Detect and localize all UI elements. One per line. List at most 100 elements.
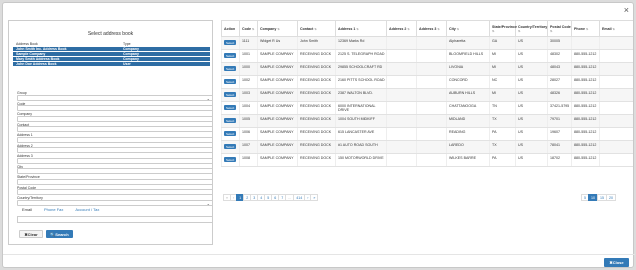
column-header[interactable]: City ⇅ bbox=[446, 20, 490, 37]
select-button[interactable]: Select bbox=[224, 66, 237, 72]
cell-company: SAMPLE COMPANY bbox=[257, 101, 298, 115]
select-button[interactable]: Select bbox=[224, 131, 237, 137]
field-input[interactable] bbox=[17, 178, 213, 185]
select-button[interactable]: Select bbox=[224, 53, 237, 59]
sort-icon[interactable]: ⇅ bbox=[436, 27, 440, 31]
sort-icon[interactable]: ⇅ bbox=[313, 27, 317, 31]
column-header[interactable]: Address 2 ⇅ bbox=[386, 20, 417, 37]
field-input[interactable] bbox=[17, 189, 213, 195]
column-header[interactable]: Email ⇅ bbox=[599, 20, 633, 37]
column-header[interactable]: Address 1 ⇅ bbox=[335, 20, 387, 37]
pagination: «‹ 1 2 3 4 5 6 7... 414 ›» bbox=[223, 194, 319, 201]
field-input[interactable] bbox=[17, 147, 213, 153]
cell-postal: 18702 bbox=[547, 153, 572, 167]
action-cell: Select bbox=[221, 75, 240, 89]
cell-code: 1006 bbox=[239, 127, 258, 141]
tab-email[interactable]: Email bbox=[22, 207, 32, 212]
column-header[interactable]: Country/Territory ⇅ bbox=[515, 20, 548, 37]
table-row: Select 1004 SAMPLE COMPANY RECEIVING DOCK 60… bbox=[221, 101, 633, 115]
clear-button[interactable]: ✖Clear bbox=[19, 230, 43, 238]
column-header-label: State/Province bbox=[492, 24, 517, 29]
select-button[interactable]: Select bbox=[224, 79, 237, 85]
tab-phone-fax[interactable]: Phone Fax bbox=[44, 207, 63, 212]
sort-icon[interactable]: ⇅ bbox=[585, 27, 589, 31]
cell-code: 1008 bbox=[239, 153, 258, 167]
cell-phone: 880-555-1212 bbox=[571, 62, 600, 76]
cell-country: US bbox=[515, 88, 548, 102]
cell-contact: RECEIVING DOCK bbox=[297, 101, 336, 115]
select-button[interactable]: Select bbox=[224, 118, 237, 124]
column-header-label: Phone bbox=[574, 26, 585, 31]
column-header[interactable]: Action bbox=[221, 20, 240, 37]
tab-account-tax[interactable]: Account / Tax bbox=[75, 207, 99, 212]
cell-empty bbox=[416, 75, 447, 89]
column-header[interactable]: Company ⇅ bbox=[257, 20, 298, 37]
cell-postal: 78041 bbox=[547, 140, 572, 154]
cell-city: Alpharetta bbox=[446, 36, 490, 50]
address-results: Action Code ⇅ Company ⇅ Contact ⇅ Address 1 … bbox=[221, 20, 633, 180]
column-header[interactable]: Code ⇅ bbox=[239, 20, 258, 37]
sort-icon[interactable]: ⇅ bbox=[492, 29, 495, 33]
cell-phone: 880-555-1212 bbox=[571, 153, 600, 167]
page-size-selector: 5 10 15 20 bbox=[581, 194, 616, 201]
cell-empty bbox=[599, 127, 633, 141]
close-button[interactable]: ✖Close bbox=[604, 258, 629, 267]
cell-country: US bbox=[515, 62, 548, 76]
sort-icon[interactable]: ⇅ bbox=[456, 27, 460, 31]
sort-icon[interactable]: ⇅ bbox=[406, 27, 410, 31]
column-header[interactable]: State/Province ⇅ bbox=[489, 20, 517, 37]
select-button[interactable]: Select bbox=[224, 40, 237, 46]
select-button[interactable]: Select bbox=[224, 157, 237, 163]
cell-empty bbox=[599, 36, 633, 50]
cell-contact: RECEIVING DOCK bbox=[297, 62, 336, 76]
field-input[interactable] bbox=[17, 115, 213, 122]
close-icon[interactable]: × bbox=[624, 5, 629, 15]
field-input[interactable] bbox=[17, 105, 213, 111]
table-row: Select 1001 SAMPLE COMPANY RECEIVING DOCK 21… bbox=[221, 49, 633, 63]
select-button[interactable]: Select bbox=[224, 144, 237, 150]
column-header[interactable]: Address 3 ⇅ bbox=[416, 20, 447, 37]
address-table: Action Code ⇅ Company ⇅ Contact ⇅ Address 1 … bbox=[221, 20, 633, 167]
field-input[interactable] bbox=[17, 168, 213, 174]
cell-empty bbox=[386, 49, 417, 63]
select-button[interactable]: Select bbox=[224, 92, 237, 98]
cell-company: Widget R Us bbox=[257, 36, 298, 50]
email-field[interactable] bbox=[17, 216, 213, 223]
group-select[interactable]: ⌄ bbox=[17, 94, 213, 101]
cell-city: LAREDO bbox=[446, 140, 490, 154]
field-input[interactable] bbox=[17, 136, 213, 143]
field-row: State/Province bbox=[17, 175, 213, 186]
action-cell: Select bbox=[221, 101, 240, 115]
search-button[interactable]: 🔍Search bbox=[46, 230, 73, 238]
column-header-label: Contact bbox=[300, 26, 314, 31]
sort-icon[interactable]: ⇅ bbox=[612, 27, 615, 31]
cell-phone: 880-555-1212 bbox=[571, 101, 600, 115]
column-header-label: Country/Territory bbox=[518, 24, 548, 29]
column-header[interactable]: Postal Code ⇅ bbox=[547, 20, 572, 37]
field-row: Code bbox=[17, 102, 213, 113]
address-book-row[interactable]: John Doe Address Book User bbox=[13, 62, 210, 67]
sort-icon[interactable]: ⇅ bbox=[550, 29, 553, 33]
action-cell: Select bbox=[221, 88, 240, 102]
cell-company: SAMPLE COMPANY bbox=[257, 153, 298, 167]
field-row: Postal Code bbox=[17, 186, 213, 197]
page-link[interactable]: » bbox=[310, 194, 319, 201]
sort-icon[interactable]: ⇅ bbox=[251, 27, 255, 31]
cell-country: US bbox=[515, 140, 548, 154]
sort-icon[interactable]: ⇅ bbox=[355, 27, 359, 31]
action-cell: Select bbox=[221, 62, 240, 76]
cell-contact: RECEIVING DOCK bbox=[297, 88, 336, 102]
select-button[interactable]: Select bbox=[224, 105, 237, 111]
cell-phone: 880-555-1212 bbox=[571, 127, 600, 141]
field-row: Address 2 bbox=[17, 144, 213, 155]
country-select[interactable]: ⌄ bbox=[17, 199, 213, 206]
page-size-option[interactable]: 20 bbox=[606, 194, 616, 201]
sort-icon[interactable]: ⇅ bbox=[276, 27, 280, 31]
cell-address1: 29855 SCHOOLCRAFT RD bbox=[335, 62, 387, 76]
field-input[interactable] bbox=[17, 157, 213, 164]
column-header[interactable]: Phone ⇅ bbox=[571, 20, 600, 37]
sort-icon[interactable]: ⇅ bbox=[518, 29, 521, 33]
address-book-table: Address Book Type John Smith Inc. Addres… bbox=[13, 41, 210, 67]
column-header[interactable]: Contact ⇅ bbox=[297, 20, 336, 37]
field-input[interactable] bbox=[17, 126, 213, 132]
